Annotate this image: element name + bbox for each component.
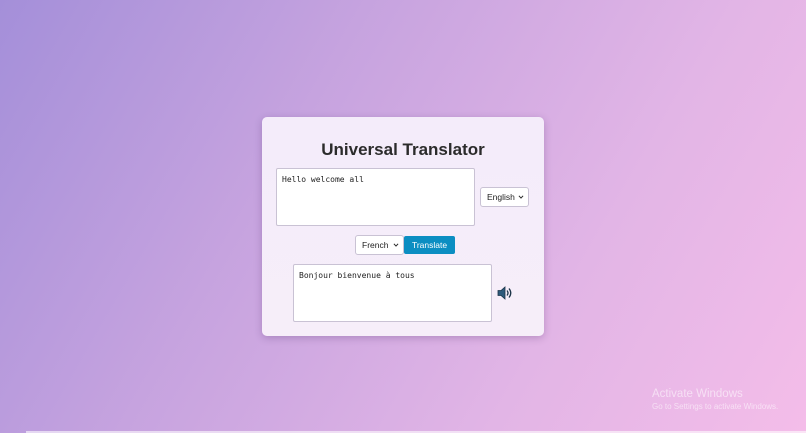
- source-language-value: English: [487, 192, 515, 202]
- watermark-title: Activate Windows: [652, 388, 743, 400]
- chevron-down-icon: [518, 195, 524, 199]
- target-language-select[interactable]: French: [355, 235, 404, 255]
- speaker-icon[interactable]: [497, 286, 513, 300]
- page-title: Universal Translator: [321, 140, 485, 159]
- translator-card: Universal Translator Hello welcome all E…: [262, 117, 544, 336]
- source-language-select[interactable]: English: [480, 187, 529, 207]
- source-text-input[interactable]: Hello welcome all: [276, 168, 475, 226]
- windows-activation-watermark: Activate Windows Go to Settings to activ…: [652, 388, 778, 411]
- translated-text-output[interactable]: Bonjour bienvenue à tous: [293, 264, 492, 322]
- translate-button[interactable]: Translate: [404, 236, 455, 254]
- watermark-subtitle: Go to Settings to activate Windows.: [652, 402, 779, 411]
- target-language-value: French: [362, 240, 389, 250]
- chevron-down-icon: [393, 243, 399, 247]
